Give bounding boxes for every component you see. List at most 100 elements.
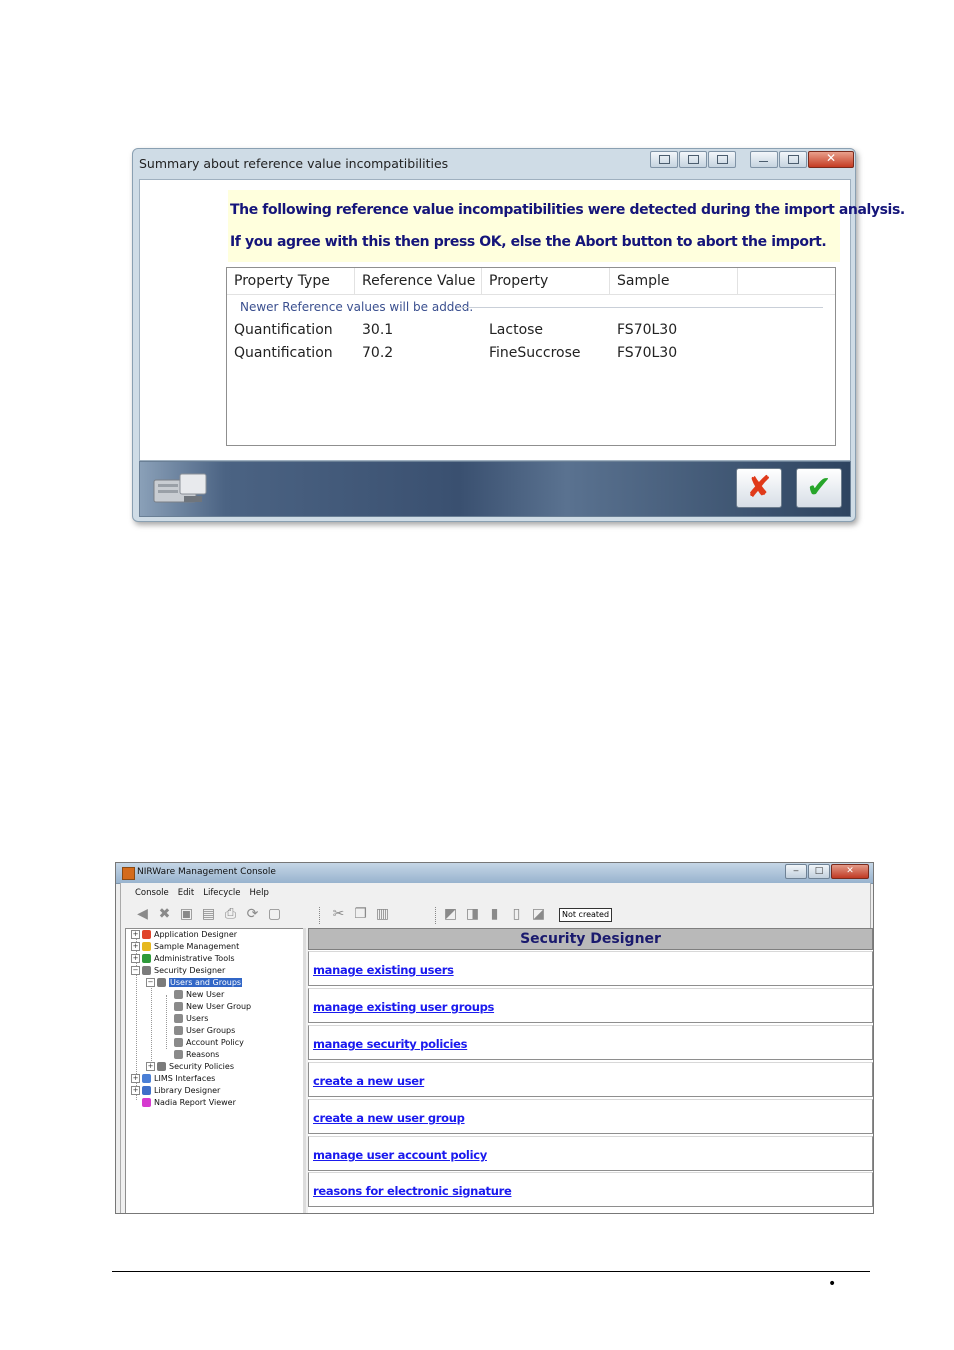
cut-icon[interactable]: ✂	[331, 907, 346, 922]
tree-node-nadia-report-viewer[interactable]: Nadia Report Viewer	[142, 1098, 236, 1108]
approve-icon[interactable]: ▯	[509, 907, 524, 922]
column-header-sample[interactable]: Sample	[610, 268, 738, 294]
reference-incompatibility-dialog: Summary about reference value incompatib…	[132, 148, 905, 522]
tree-connector	[151, 983, 152, 1061]
cell-reference-value: 30.1	[362, 322, 394, 338]
instrument-icon	[153, 473, 207, 503]
toolbar-separator	[435, 907, 437, 924]
cell-reference-value: 70.2	[362, 345, 394, 361]
toolbar: ◀ ✖ ▣ ▤ ⎙ ⟳ ▢ ✂ ❐ ▥ ◩ ◨ ▮ ▯ ◪ Not create…	[133, 905, 853, 927]
tree-connector	[166, 995, 167, 1049]
console-body: Console Edit Lifecycle Help ◀ ✖ ▣ ▤ ⎙ ⟳ …	[120, 883, 873, 1213]
column-header-property[interactable]: Property	[482, 268, 610, 294]
tree-node-new-user[interactable]: New User	[174, 990, 224, 1000]
tree-node-library-designer[interactable]: + Library Designer	[131, 1086, 220, 1096]
dialog-title: Summary about reference value incompatib…	[139, 156, 449, 171]
tree-node-administrative-tools[interactable]: + Administrative Tools	[131, 954, 234, 964]
create-new-user-link[interactable]: create a new user	[313, 1074, 424, 1088]
menu-help[interactable]: Help	[250, 888, 269, 898]
manage-existing-user-groups-link[interactable]: manage existing user groups	[313, 1000, 494, 1014]
toolbar-separator	[319, 907, 321, 924]
close-button[interactable]: ✕	[808, 151, 854, 168]
document-icon[interactable]: ▮	[487, 907, 502, 922]
maximize-button[interactable]: □	[808, 864, 830, 879]
copy-icon[interactable]: ❐	[353, 907, 368, 922]
tree-node-users-and-groups[interactable]: − Users and Groups	[146, 978, 243, 988]
group-divider	[459, 307, 823, 308]
paste-icon[interactable]: ▥	[375, 907, 390, 922]
link-row: manage security policies	[308, 1025, 873, 1060]
message-line-2: If you agree with this then press OK, el…	[230, 234, 827, 250]
refresh-icon[interactable]: ⟳	[245, 907, 260, 922]
save-icon[interactable]: ▣	[179, 907, 194, 922]
tree-node-account-policy[interactable]: Account Policy	[174, 1038, 244, 1048]
console-title-bar: NIRWare Management Console ‒ □ ✕	[116, 863, 873, 884]
tree-node-sample-management[interactable]: + Sample Management	[131, 942, 239, 952]
menu-bar: Console Edit Lifecycle Help	[135, 888, 269, 898]
menu-console[interactable]: Console	[135, 888, 169, 898]
tree-node-user-groups[interactable]: User Groups	[174, 1026, 235, 1036]
print-icon[interactable]: ⎙	[223, 907, 238, 922]
cell-property: FineSuccrose	[489, 345, 581, 361]
ok-button[interactable]: ✔	[796, 468, 842, 508]
print-preview-icon[interactable]	[679, 151, 707, 168]
tree-node-security-designer[interactable]: − Security Designer	[131, 966, 225, 976]
app-icon	[122, 867, 135, 880]
preview-icon[interactable]: ▢	[267, 907, 282, 922]
dialog-content: The following reference value incompatib…	[139, 179, 905, 461]
link-row: create a new user group	[308, 1099, 873, 1134]
table-header: Property Type Reference Value Property S…	[227, 268, 835, 295]
lifecycle-status-box: Not created	[559, 908, 613, 922]
group-label: Newer Reference values will be added.	[240, 300, 474, 314]
footer-bullet: •	[828, 1276, 837, 1292]
link-row: manage existing users	[308, 951, 873, 986]
abort-button[interactable]: ✘	[736, 468, 782, 508]
minimize-button[interactable]: ‒	[785, 864, 807, 879]
create-new-user-group-link[interactable]: create a new user group	[313, 1111, 465, 1125]
close-button[interactable]: ✕	[831, 864, 869, 879]
column-header-property-type[interactable]: Property Type	[227, 268, 355, 294]
link-row: manage user account policy	[308, 1136, 873, 1171]
message-box: The following reference value incompatib…	[228, 190, 905, 262]
maximize-button[interactable]	[779, 151, 807, 168]
console-title: NIRWare Management Console	[137, 867, 276, 877]
print-icon[interactable]	[708, 151, 736, 168]
minimize-button[interactable]	[750, 151, 778, 168]
pane-splitter[interactable]	[303, 928, 306, 1213]
manage-existing-users-link[interactable]: manage existing users	[313, 963, 454, 977]
navigation-tree: + Application Designer + Sample Management…	[125, 928, 305, 1213]
dialog-extra-buttons	[649, 151, 736, 168]
menu-edit[interactable]: Edit	[178, 888, 194, 898]
table-row[interactable]: Quantification 70.2 FineSuccrose FS70L30	[227, 345, 835, 367]
footer-rule	[112, 1271, 870, 1272]
check-in-icon[interactable]: ◩	[443, 907, 458, 922]
manage-user-account-policy-link[interactable]: manage user account policy	[313, 1148, 487, 1162]
dialog-window-controls: ✕	[749, 151, 854, 168]
reasons-for-electronic-signature-link[interactable]: reasons for electronic signature	[313, 1184, 512, 1198]
tree-node-application-designer[interactable]: + Application Designer	[131, 930, 237, 940]
table-row[interactable]: Quantification 30.1 Lactose FS70L30	[227, 322, 835, 344]
pane-title: Security Designer	[308, 928, 873, 950]
cell-property-type: Quantification	[234, 322, 333, 338]
export-icon[interactable]	[650, 151, 678, 168]
back-icon[interactable]: ◀	[135, 907, 150, 922]
save-all-icon[interactable]: ▤	[201, 907, 216, 922]
dialog-footer-bar: ✘ ✔	[139, 461, 851, 517]
security-designer-pane: Security Designer manage existing users …	[308, 928, 873, 1213]
release-icon[interactable]: ◪	[531, 907, 546, 922]
tree-node-users[interactable]: Users	[174, 1014, 208, 1024]
check-out-icon[interactable]: ◨	[465, 907, 480, 922]
tree-node-reasons[interactable]: Reasons	[174, 1050, 219, 1060]
tree-node-security-policies[interactable]: + Security Policies	[146, 1062, 234, 1072]
column-header-reference-value[interactable]: Reference Value	[355, 268, 482, 294]
cell-sample: FS70L30	[617, 322, 678, 338]
cell-property-type: Quantification	[234, 345, 333, 361]
link-row: create a new user	[308, 1062, 873, 1097]
menu-lifecycle[interactable]: Lifecycle	[203, 888, 240, 898]
link-row: reasons for electronic signature	[308, 1172, 873, 1207]
manage-security-policies-link[interactable]: manage security policies	[313, 1037, 468, 1051]
delete-icon[interactable]: ✖	[157, 907, 172, 922]
tree-node-lims-interfaces[interactable]: + LIMS Interfaces	[131, 1074, 215, 1084]
tree-node-new-user-group[interactable]: New User Group	[174, 1002, 251, 1012]
console-window-controls: ‒ □ ✕	[784, 864, 869, 879]
